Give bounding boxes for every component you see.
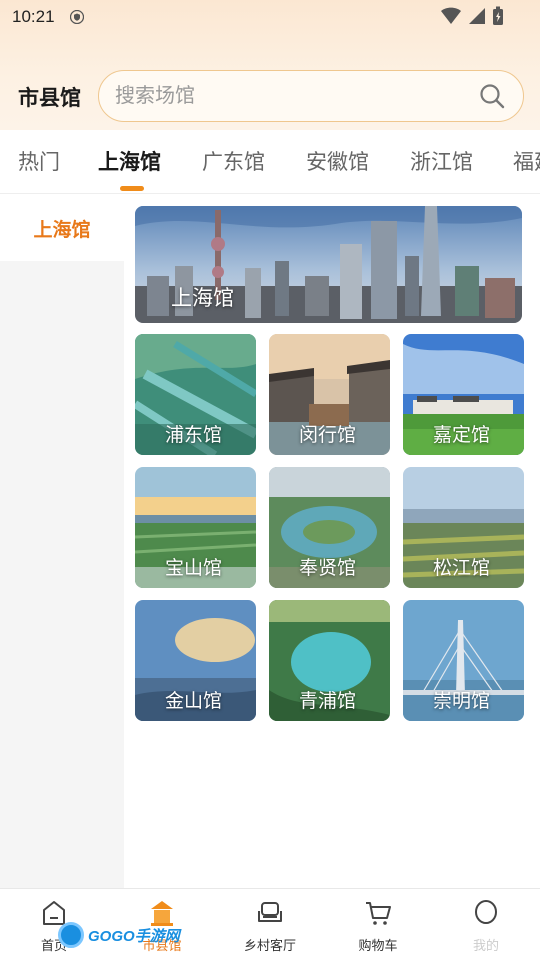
profile-icon <box>475 900 497 924</box>
search-input[interactable] <box>115 82 455 110</box>
cart-icon <box>366 902 391 925</box>
tab-fujian[interactable]: 福建 <box>513 146 540 176</box>
venue-banner-shanghai[interactable]: 上海馆 <box>135 206 522 323</box>
venue-card-fengxian[interactable]: 奉贤馆 <box>269 467 390 588</box>
venue-card-jinshan[interactable]: 金山馆 <box>135 600 256 721</box>
card-label: 闵行馆 <box>299 425 357 446</box>
card-label: 青浦馆 <box>299 691 357 712</box>
sidebar: 上海馆 <box>0 195 124 888</box>
signal-icon <box>469 8 485 24</box>
venue-card-jiading[interactable]: 嘉定馆 <box>403 334 524 455</box>
tab-shanghai[interactable]: 上海馆 <box>98 146 161 176</box>
nav-label-village-lounge: 乡村客厅 <box>243 938 296 953</box>
nav-label-cart: 购物车 <box>358 938 398 953</box>
venue-card-pudong[interactable]: 浦东馆 <box>135 334 256 455</box>
venue-card-songjiang[interactable]: 松江馆 <box>403 467 524 588</box>
status-bar: 10:21 <box>0 0 540 34</box>
tab-zhejiang[interactable]: 浙江馆 <box>410 146 473 176</box>
active-tab-indicator <box>120 186 144 191</box>
sofa-icon <box>258 902 282 922</box>
tab-guangdong[interactable]: 广东馆 <box>202 146 265 176</box>
nav-label-profile: 我的 <box>472 938 499 953</box>
shield-icon <box>70 10 84 24</box>
watermark-text: GOGO手游网 <box>88 927 180 945</box>
card-label: 奉贤馆 <box>299 558 357 579</box>
venue-grid: 上海馆 浦东馆 闵行馆 嘉定馆 宝山馆 奉贤馆 松江馆 金山馆 青浦馆 崇明馆 <box>124 195 540 888</box>
tab-hot[interactable]: 热门 <box>18 146 60 176</box>
sidebar-item-shanghai[interactable]: 上海馆 <box>0 195 124 261</box>
province-tabs: 热门 上海馆 广东馆 安徽馆 浙江馆 福建 <box>0 130 540 194</box>
watermark-logo: GOGO手游网 <box>58 922 180 948</box>
battery-icon <box>493 6 503 25</box>
card-label: 金山馆 <box>165 691 223 712</box>
search-box[interactable] <box>98 70 524 122</box>
page-title: 市县馆 <box>18 87 81 110</box>
card-label: 宝山馆 <box>165 558 223 579</box>
nav-profile[interactable]: 我的 <box>432 889 540 960</box>
wifi-icon <box>441 7 461 24</box>
status-time: 10:21 <box>12 7 55 26</box>
nav-cart[interactable]: 购物车 <box>324 889 432 960</box>
venue-card-minhang[interactable]: 闵行馆 <box>269 334 390 455</box>
banner-label: 上海馆 <box>171 287 234 310</box>
card-label: 嘉定馆 <box>433 425 491 446</box>
search-icon[interactable] <box>479 83 505 109</box>
venue-card-qingpu[interactable]: 青浦馆 <box>269 600 390 721</box>
watermark-icon <box>58 922 84 948</box>
card-label: 浦东馆 <box>165 425 223 446</box>
nav-village-lounge[interactable]: 乡村客厅 <box>216 889 324 960</box>
tab-anhui[interactable]: 安徽馆 <box>306 146 369 176</box>
status-icons <box>440 6 504 26</box>
card-label: 松江馆 <box>433 558 491 579</box>
venue-card-chongming[interactable]: 崇明馆 <box>403 600 524 721</box>
card-label: 崇明馆 <box>433 691 491 712</box>
venue-card-baoshan[interactable]: 宝山馆 <box>135 467 256 588</box>
